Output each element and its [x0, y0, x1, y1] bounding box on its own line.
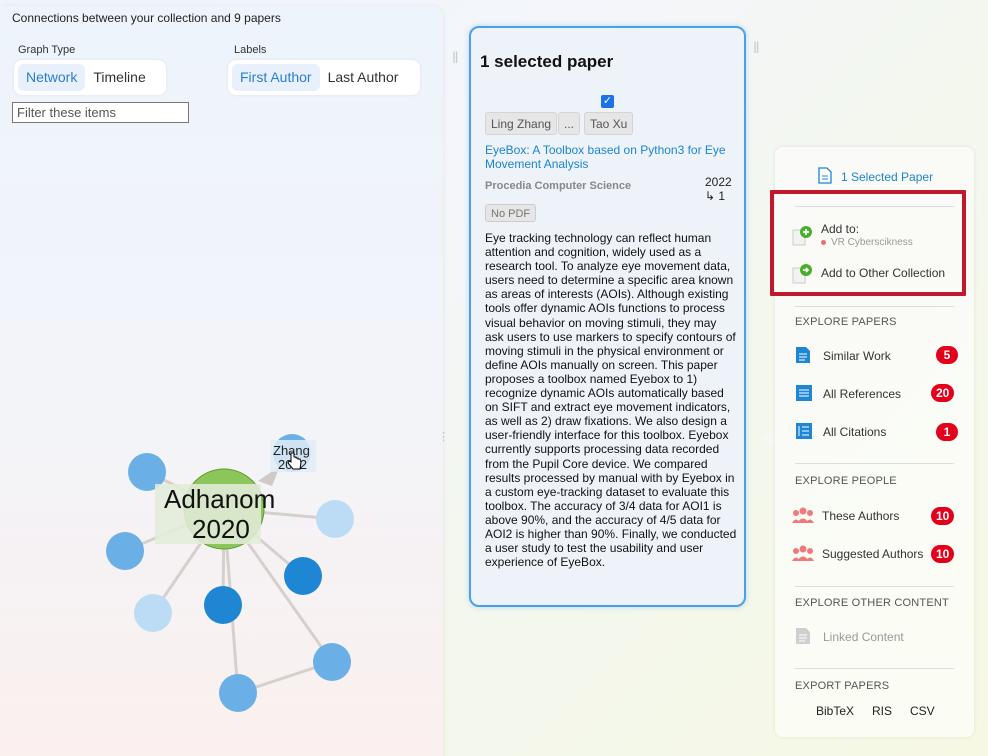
graph-node[interactable]: [106, 532, 144, 570]
add-other-collection-icon[interactable]: [792, 262, 814, 284]
explore-other-heading: EXPLORE OTHER CONTENT: [795, 597, 949, 609]
journal-name: Procedia Computer Science: [485, 180, 632, 192]
graph-node[interactable]: [284, 557, 322, 595]
citations-count: 1: [936, 423, 958, 441]
these-authors-count: 10: [931, 507, 955, 525]
divider: [795, 463, 954, 464]
suggested-authors-link[interactable]: Suggested Authors: [822, 547, 923, 561]
linked-content-icon: [796, 628, 810, 644]
center-node-label-2: 2020: [192, 514, 250, 544]
center-node-label-1: Adhanom: [164, 484, 275, 514]
graph-node[interactable]: [204, 586, 242, 624]
selected-paper-count[interactable]: 1 Selected Paper: [841, 170, 933, 184]
authors-icon: [792, 507, 814, 523]
card-title: 1 selected paper: [480, 52, 614, 71]
collection-name[interactable]: VR Cyberscikness: [831, 237, 913, 248]
paper-checkbox[interactable]: ✓: [601, 95, 614, 108]
document-icon: [818, 167, 832, 184]
author-chip-more[interactable]: ...: [558, 112, 581, 135]
citation-count[interactable]: ↳ 1: [705, 189, 732, 203]
divider: [795, 586, 954, 587]
graph-node[interactable]: [316, 500, 354, 538]
drag-handle-icon[interactable]: ‖: [452, 50, 459, 68]
references-count: 20: [931, 384, 955, 402]
graph-node[interactable]: [134, 594, 172, 632]
suggested-authors-count: 10: [931, 545, 955, 563]
add-other-collection-link[interactable]: Add to Other Collection: [821, 266, 945, 280]
year-value: 2022: [705, 175, 732, 189]
no-pdf-badge: No PDF: [485, 204, 537, 222]
add-to-label[interactable]: Add to:: [821, 222, 859, 236]
resize-handle-icon[interactable]: ⋮: [438, 430, 449, 443]
graph-node[interactable]: [219, 674, 257, 712]
drag-handle-icon[interactable]: ‖: [753, 40, 760, 58]
divider: [795, 306, 954, 307]
similar-work-link[interactable]: Similar Work: [823, 349, 891, 363]
all-citations-link[interactable]: All Citations: [823, 425, 886, 439]
export-bibtex-button[interactable]: BibTeX: [816, 704, 854, 718]
export-csv-button[interactable]: CSV: [910, 704, 935, 718]
author-chip[interactable]: Ling Zhang: [485, 112, 558, 135]
export-ris-button[interactable]: RIS: [872, 704, 892, 718]
citations-icon: [796, 423, 812, 439]
paper-abstract: Eye tracking technology can reflect huma…: [485, 231, 737, 570]
suggested-authors-icon: [792, 545, 814, 561]
author-chip[interactable]: Tao Xu: [584, 112, 634, 135]
network-graph[interactable]: Zhang 2022 Adhanom 2020: [0, 0, 443, 756]
similar-work-icon: [796, 347, 810, 363]
paper-year: 2022 ↳ 1: [705, 175, 732, 203]
linked-content-link[interactable]: Linked Content: [823, 630, 904, 644]
export-papers-heading: EXPORT PAPERS: [795, 680, 890, 692]
explore-papers-heading: EXPLORE PAPERS: [795, 316, 897, 328]
divider: [795, 668, 954, 669]
paper-title-link[interactable]: EyeBox: A Toolbox based on Python3 for E…: [485, 143, 741, 171]
add-to-collection-icon[interactable]: [792, 224, 814, 246]
similar-work-count: 5: [936, 346, 958, 364]
graph-node[interactable]: [313, 643, 351, 681]
all-references-link[interactable]: All References: [823, 387, 901, 401]
collection-dot: [821, 240, 826, 245]
these-authors-link[interactable]: These Authors: [822, 509, 899, 523]
references-icon: [796, 385, 812, 401]
selected-paper-card: 1 selected paper ✓ Ling Zhang ... Tao Xu…: [469, 26, 746, 607]
explore-people-heading: EXPLORE PEOPLE: [795, 475, 897, 487]
